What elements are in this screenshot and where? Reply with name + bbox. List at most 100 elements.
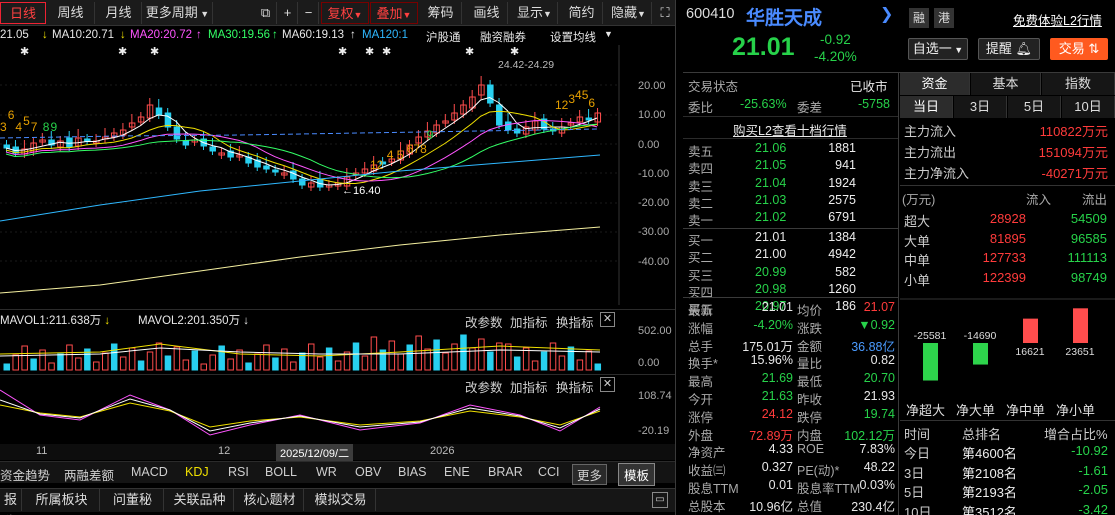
tab-3day[interactable]: 3日 (954, 96, 1007, 118)
tab-report[interactable]: 报告 (0, 489, 22, 515)
tab-index[interactable]: 指数 (1042, 73, 1115, 95)
rank-position: 第4600名 (962, 446, 1017, 461)
tab-sim-trade[interactable]: 模拟交易 (306, 489, 376, 511)
vol-edit-params[interactable]: 改参数 (465, 312, 503, 331)
tab-boll[interactable]: BOLL (265, 465, 297, 479)
simple-button[interactable]: 简约 (561, 2, 603, 24)
tab-wr[interactable]: WR (316, 465, 337, 479)
tab-obv[interactable]: OBV (355, 465, 381, 479)
alert-button[interactable]: 提醒 🔔︎ (978, 38, 1040, 60)
tab-core-topic[interactable]: 核心题材 (236, 489, 304, 511)
link-hk-connect[interactable]: 沪股通 (426, 29, 461, 45)
expand-icon[interactable]: ⛶ (655, 2, 675, 24)
rank-header: 时间 (904, 427, 931, 442)
tab-5day[interactable]: 5日 (1008, 96, 1061, 118)
quote-label: ROE (797, 442, 825, 457)
chips-button[interactable]: 筹码 (420, 2, 462, 24)
close-icon[interactable]: ✕ (600, 312, 615, 327)
net-flow-bar (1073, 308, 1088, 343)
net-flow-bar (1023, 318, 1038, 343)
volume-bar (263, 344, 270, 371)
star-marker-icon: ✱ (20, 45, 29, 58)
link-ma-settings[interactable]: 设置均线 (550, 29, 596, 45)
quote-value: 21.69 (761, 371, 793, 386)
quote-label: 股息TTM (688, 482, 739, 496)
tab-brar[interactable]: BRAR (488, 465, 523, 479)
maximize-icon[interactable]: ▭ (652, 492, 668, 508)
volume-bar (388, 340, 396, 371)
mavol2-value: MAVOL2:201.350万 (138, 315, 241, 327)
tab-cci[interactable]: CCI (538, 465, 560, 479)
vol-switch-indicator[interactable]: 换指标 (556, 312, 594, 331)
tab-10day[interactable]: 10日 (1062, 96, 1115, 118)
tab-macd[interactable]: MACD (131, 465, 168, 479)
rank-position: 第2193名 (962, 485, 1017, 500)
volume-bar (173, 346, 181, 371)
quote-label: 净资产 (688, 446, 726, 461)
td-count-mid: 12 4 5 6789 (370, 128, 434, 172)
watchlist-button[interactable]: 自选一 ▼ (908, 38, 968, 60)
margin-tag: 融 (909, 8, 929, 28)
caret-down-icon: ▼ (604, 29, 613, 39)
ma10-value: MA10:20.71 (52, 29, 115, 41)
tab-weekly[interactable]: 周线 (47, 2, 95, 24)
zoom-out-icon[interactable]: − (299, 2, 319, 24)
quote-label: 涨幅 (688, 321, 714, 336)
flow-table-header: 流出 (1082, 193, 1108, 207)
draw-line-button[interactable]: 画线 (466, 2, 508, 24)
quote-label: 均价 (797, 304, 823, 318)
next-stock-icon[interactable]: ❯ (880, 4, 893, 24)
ma20-value: MA20:20.72 (130, 29, 193, 41)
rank-period: 今日 (904, 446, 931, 461)
ma-down-arrow-icon: ↓ (42, 29, 48, 41)
volume-bar (316, 356, 324, 371)
tab-today[interactable]: 当日 (900, 96, 953, 118)
tab-more[interactable]: 更多 (572, 464, 608, 485)
template-button[interactable]: 模板 (618, 463, 656, 486)
tab-sector[interactable]: 所属板块 (24, 489, 100, 511)
tab-fund-trend[interactable]: 资金趋势 (0, 465, 50, 484)
hide-button[interactable]: 隐藏▼ (606, 2, 652, 24)
volume-bar (155, 342, 163, 371)
tab-more-periods[interactable]: 更多周期 ▼ (143, 2, 213, 24)
overlay-button[interactable]: 叠加▼ (370, 2, 418, 24)
volume-bar (200, 363, 208, 371)
more-periods-label: 更多周期 (145, 5, 198, 20)
link-margin[interactable]: 融资融券 (480, 29, 526, 45)
ma120-value: MA120:1 (362, 29, 409, 41)
tab-related[interactable]: 关联品种 (166, 489, 234, 511)
tab-rsi[interactable]: RSI (228, 465, 249, 479)
tab-ene[interactable]: ENE (444, 465, 470, 479)
star-marker-icon: ✱ (510, 45, 519, 58)
tab-bias[interactable]: BIAS (398, 465, 427, 479)
tab-margin-diff[interactable]: 两融差额 (64, 465, 114, 484)
trade-button[interactable]: 交易 ⇅ (1050, 38, 1108, 60)
vol-y-tick: 502.00 (638, 325, 672, 337)
kline-chart[interactable]: ✱ ✱ ✱ ✱ ✱ ✱ ✱ ✱ (0, 45, 620, 305)
last-price: 21.01 (732, 33, 795, 61)
tab-daily[interactable]: 日线 (0, 2, 46, 24)
restore-window-icon[interactable]: ⧉ (255, 2, 277, 24)
net-flow-value: 23651 (1065, 346, 1094, 358)
volume-bar (594, 363, 602, 371)
tab-kdj[interactable]: KDJ (185, 465, 209, 479)
volume-bar (209, 354, 216, 371)
zoom-in-icon[interactable]: + (278, 2, 298, 24)
flow-value: -40271万元 (1041, 166, 1108, 181)
tab-monthly[interactable]: 月线 (96, 2, 142, 24)
display-button[interactable]: 显示▼ (512, 2, 558, 24)
l2-trial-link[interactable]: 免费体验L2行情 (1013, 10, 1102, 29)
adjust-button[interactable]: 复权▼ (321, 2, 369, 24)
tab-fund[interactable]: 资金 (900, 73, 970, 95)
volume-bar (66, 344, 73, 371)
l2-banner-link[interactable]: 购买L2查看十档行情 (733, 120, 847, 139)
watchlist-label: 自选一 (912, 41, 952, 56)
ma60-value: MA60:19.13 (282, 29, 345, 41)
x-label: 11 (36, 445, 48, 457)
tab-basic[interactable]: 基本 (971, 73, 1041, 95)
vol-add-indicator[interactable]: 加指标 (510, 312, 548, 331)
divider (683, 116, 898, 117)
vol-y-tick: 0.00 (638, 357, 660, 369)
indicator-tabs: 资金趋势 两融差额 MACD KDJ RSI BOLL WR OBV BIAS … (0, 461, 676, 486)
tab-ask-board[interactable]: 问董秘 (102, 489, 164, 511)
